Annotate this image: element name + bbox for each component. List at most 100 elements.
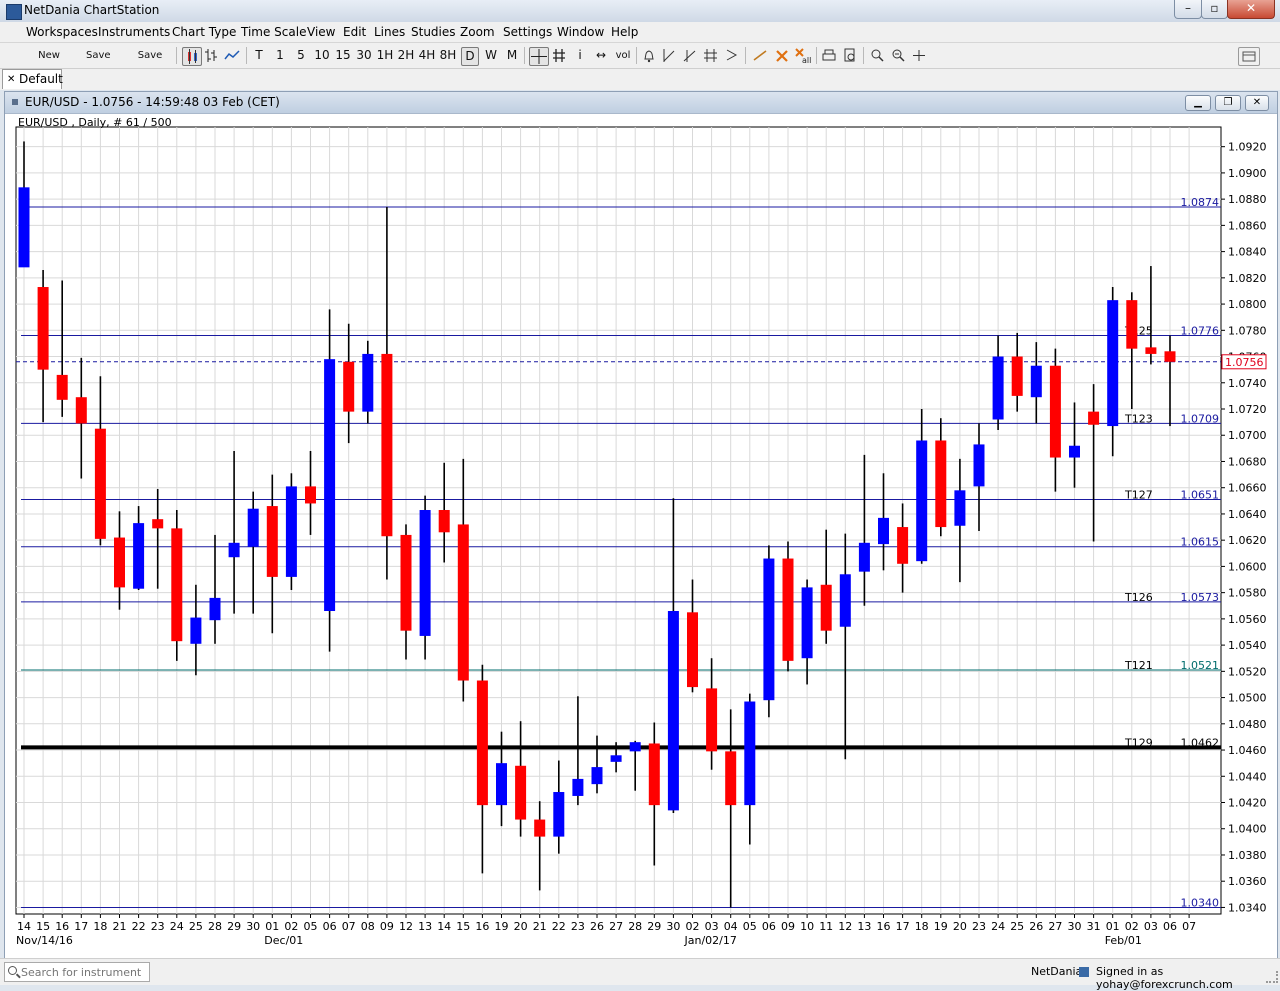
timescale-10m[interactable]: 10 <box>313 47 331 64</box>
x-tick-label: 04 <box>724 920 738 933</box>
line-value-label: 1.0651 <box>1181 489 1220 502</box>
line-chart-icon[interactable] <box>223 47 241 64</box>
line-label: T129 <box>1124 736 1153 749</box>
candle-body <box>114 537 125 588</box>
zoom-reset-icon[interactable] <box>911 47 927 64</box>
instrument-search-box[interactable] <box>4 962 150 982</box>
menu-time-scale[interactable]: Time Scale <box>241 25 306 39</box>
info-icon[interactable]: i <box>574 47 586 64</box>
print-icon[interactable] <box>821 47 837 64</box>
chart-minimize-button[interactable]: ▁ <box>1185 95 1211 111</box>
candle-body <box>1011 356 1023 396</box>
menu-window[interactable]: Window <box>557 25 604 39</box>
menu-help[interactable]: Help <box>611 25 638 39</box>
draw-line-icon[interactable] <box>751 47 769 64</box>
timescale-2h[interactable]: 2H <box>397 47 415 64</box>
x-tick-label: 26 <box>590 920 604 933</box>
candle-body <box>1126 300 1138 349</box>
candle-body <box>476 680 488 806</box>
x-tick-label: 01 <box>265 920 279 933</box>
tab-label: Default <box>19 72 63 86</box>
new-button[interactable]: New <box>38 47 60 64</box>
panel-toggle-icon[interactable] <box>1238 47 1260 66</box>
current-price-label: 1.0756 <box>1225 356 1264 369</box>
x-tick-label: 15 <box>456 920 470 933</box>
trendline-icon[interactable] <box>661 47 677 64</box>
timescale-30m[interactable]: 30 <box>355 47 373 64</box>
candle-body <box>305 486 316 504</box>
x-tick-label: 02 <box>686 920 700 933</box>
save-as-button[interactable]: Save as... <box>128 47 172 78</box>
search-icon <box>8 966 17 975</box>
x-tick-label: 15 <box>36 920 50 933</box>
x-tick-label: 24 <box>991 920 1005 933</box>
x-tick-label: 31 <box>1087 920 1101 933</box>
x-tick-label: 27 <box>1048 920 1062 933</box>
app-title-bar: NetDania ChartStation – ▫ ✕ <box>0 0 1280 22</box>
x-tick-label: 13 <box>857 920 871 933</box>
menu-studies[interactable]: Studies <box>411 25 456 39</box>
delete-all-icon[interactable]: all <box>794 47 812 65</box>
timescale-1m[interactable]: 1 <box>274 47 286 64</box>
y-tick-label: 1.0680 <box>1228 455 1267 468</box>
zoom-out-icon[interactable] <box>890 47 906 64</box>
maximize-button[interactable]: ▫ <box>1201 0 1228 19</box>
zoom-fit-icon[interactable]: ↔ <box>593 47 609 64</box>
grid-icon[interactable] <box>551 47 567 64</box>
menu-zoom[interactable]: Zoom <box>460 25 495 39</box>
menu-view[interactable]: View <box>307 25 335 39</box>
x-tick-label: 28 <box>628 920 642 933</box>
x-tick-label: 01 <box>1106 920 1120 933</box>
ray-line-icon[interactable] <box>681 47 697 64</box>
save-button[interactable]: Save <box>86 47 111 64</box>
price-chart[interactable]: 1.0920 1.0900 1.0880 1.0860 1.0840 1.0820 1.08… <box>5 114 1277 958</box>
timescale-tick[interactable]: T <box>253 47 265 64</box>
delete-object-icon[interactable] <box>774 47 790 64</box>
candlestick-chart-icon[interactable] <box>182 47 202 66</box>
crosshair-icon[interactable] <box>529 47 549 66</box>
menu-settings[interactable]: Settings <box>503 25 552 39</box>
window-icon <box>12 99 18 105</box>
candle-body <box>419 510 431 636</box>
candle-body <box>362 353 374 412</box>
pitchfork-icon[interactable] <box>724 47 740 64</box>
print-preview-icon[interactable] <box>842 47 858 64</box>
bar-chart-icon[interactable] <box>203 47 219 64</box>
chart-close-button[interactable]: ✕ <box>1245 95 1269 111</box>
zoom-in-icon[interactable] <box>869 47 885 64</box>
x-tick-label: 07 <box>342 920 356 933</box>
search-input[interactable] <box>21 963 145 981</box>
close-button[interactable]: ✕ <box>1227 0 1275 19</box>
x-tick-label: 21 <box>533 920 547 933</box>
timescale-8h[interactable]: 8H <box>439 47 457 64</box>
candle-body <box>687 612 698 688</box>
y-tick-label: 1.0440 <box>1228 770 1267 783</box>
timescale-1h[interactable]: 1H <box>376 47 394 64</box>
x-tick-label: 18 <box>915 920 929 933</box>
line-value-label: 1.0573 <box>1181 591 1220 604</box>
timescale-15m[interactable]: 15 <box>334 47 352 64</box>
y-tick-label: 1.0340 <box>1228 901 1267 914</box>
timescale-weekly[interactable]: W <box>483 47 499 64</box>
resize-grip-icon[interactable] <box>1266 971 1278 983</box>
tab-close-icon[interactable]: ✕ <box>7 70 15 89</box>
x-tick-label: 13 <box>418 920 432 933</box>
menu-lines[interactable]: Lines <box>374 25 405 39</box>
alert-bell-icon[interactable] <box>641 47 657 64</box>
timescale-daily[interactable]: D <box>461 47 479 66</box>
menu-edit[interactable]: Edit <box>343 25 366 39</box>
timescale-monthly[interactable]: M <box>504 47 520 64</box>
x-tick-label: 30 <box>246 920 260 933</box>
channel-icon[interactable] <box>702 47 720 64</box>
menu-chart-type[interactable]: Chart Type <box>172 25 236 39</box>
menu-workspaces[interactable]: Workspaces <box>26 25 98 39</box>
menu-bar: Workspaces Instruments Chart Type Time S… <box>0 22 1280 43</box>
candle-body <box>190 617 202 644</box>
timescale-5m[interactable]: 5 <box>295 47 307 64</box>
minimize-button[interactable]: – <box>1174 0 1202 19</box>
chart-restore-button[interactable]: ❐ <box>1215 95 1241 111</box>
tab-default[interactable]: ✕ Default <box>2 69 63 89</box>
volume-icon[interactable]: vol <box>614 47 632 64</box>
timescale-4h[interactable]: 4H <box>418 47 436 64</box>
menu-instruments[interactable]: Instruments <box>98 25 170 39</box>
